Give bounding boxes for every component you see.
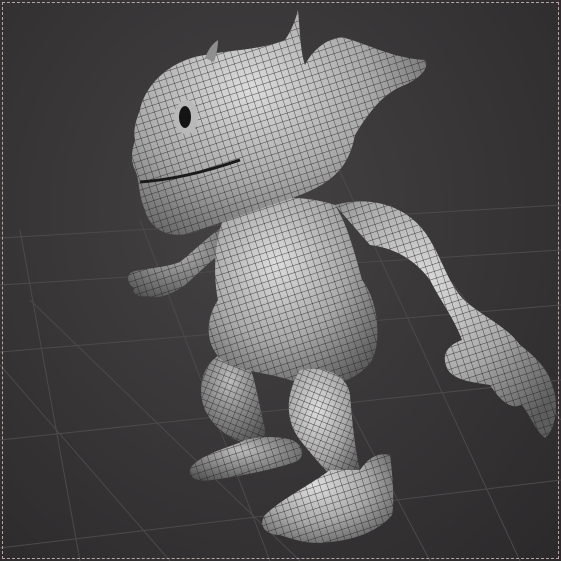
3d-viewport[interactable] bbox=[0, 0, 561, 561]
eye bbox=[179, 106, 191, 128]
creature-mesh[interactable] bbox=[128, 10, 556, 543]
head[interactable] bbox=[131, 10, 427, 235]
viewport-scene[interactable] bbox=[0, 0, 561, 561]
torso[interactable] bbox=[208, 197, 378, 385]
back-arm[interactable] bbox=[128, 225, 230, 298]
